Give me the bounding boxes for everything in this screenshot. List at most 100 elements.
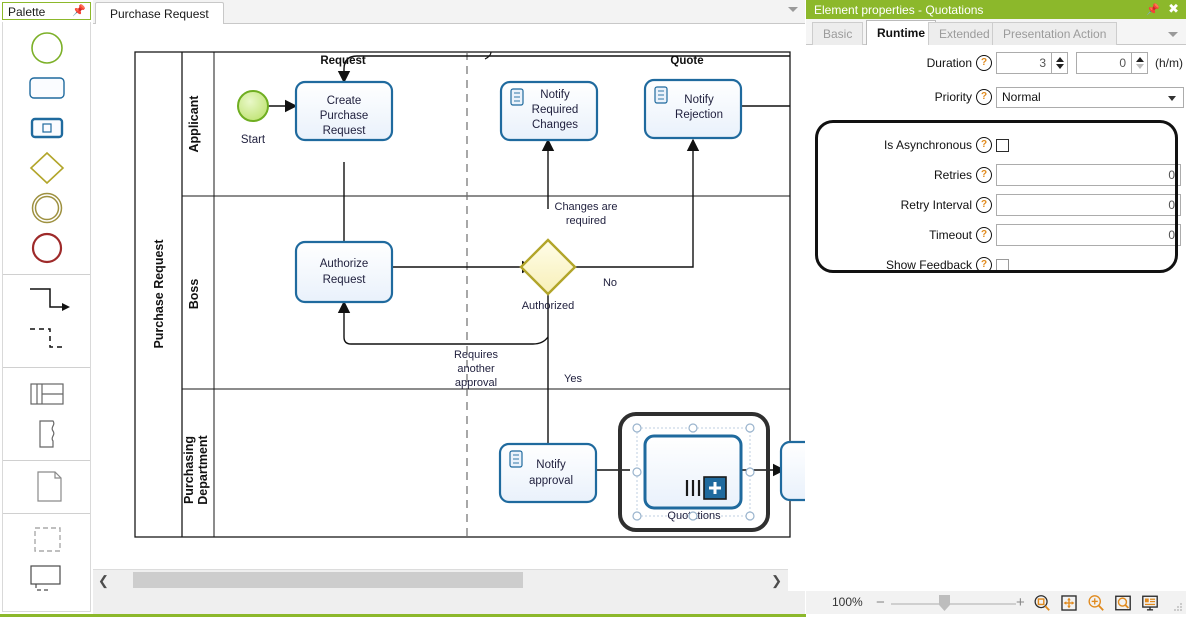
palette-item-intermediate-event[interactable] (3, 188, 90, 228)
tab-extended[interactable]: Extended (928, 22, 1001, 45)
question-mark-icon[interactable]: ? (976, 55, 992, 71)
svg-text:Rejection: Rejection (675, 109, 723, 121)
palette-item-message-flow[interactable] (3, 321, 90, 361)
plus-icon[interactable]: + (1016, 594, 1025, 611)
retry-interval-label: Retry Interval (900, 198, 972, 212)
zoom-to-selection-icon[interactable] (1033, 594, 1051, 612)
tab-runtime-label: Runtime (877, 26, 925, 40)
application-window: Palette 📌 Purchase Request Purchase Requ… (0, 0, 1186, 617)
question-mark-icon[interactable]: ? (976, 89, 992, 105)
node-start-event[interactable] (237, 90, 269, 122)
flow-label-changes-1: Changes are (555, 201, 618, 213)
palette-item-pool[interactable] (3, 374, 90, 414)
field-priority: Priority ? Normal (806, 82, 1186, 112)
zoom-slider-thumb[interactable] (939, 595, 950, 611)
chevron-down-icon[interactable] (788, 7, 798, 12)
duration-hours-input[interactable]: 3 (996, 52, 1052, 74)
duration-minutes-stepper[interactable] (1132, 52, 1148, 74)
runtime-properties-form: Duration ? 3 0 (h/m) Priority ? Normal I… (806, 48, 1186, 280)
chevron-left-icon[interactable]: ❮ (98, 573, 109, 589)
palette-item-annotation[interactable] (3, 560, 90, 600)
palette-group-connectors (3, 275, 90, 368)
zoom-slider-track[interactable] (891, 603, 1016, 605)
is-asynchronous-checkbox[interactable] (996, 138, 1009, 152)
palette-item-gateway[interactable] (3, 148, 90, 188)
zoom-in-icon[interactable] (1087, 594, 1105, 612)
palette-item-end-event[interactable] (3, 228, 90, 268)
diagram-canvas[interactable]: Purchase Request Applicant Boss Purchasi… (93, 24, 805, 569)
canvas-bottom-filler (93, 591, 805, 615)
chevron-down-icon[interactable] (1168, 32, 1178, 37)
palette-title: Palette (8, 5, 46, 19)
palette-group-document (3, 461, 90, 514)
flow-label-no: No (603, 277, 617, 289)
pin-icon[interactable]: 📌 (72, 4, 86, 17)
zoom-statusbar: 100% − + (806, 591, 1186, 614)
canvas-horizontal-scrollbar[interactable]: ❮ ❯ (93, 569, 788, 591)
retries-input[interactable]: 0 (996, 164, 1181, 186)
circle-green-icon (30, 32, 63, 64)
question-mark-icon[interactable]: ? (976, 257, 992, 273)
palette-item-task[interactable] (3, 68, 90, 108)
palette-item-start-event[interactable] (3, 28, 90, 68)
priority-select[interactable]: Normal (996, 86, 1184, 108)
question-mark-icon[interactable]: ? (976, 167, 992, 183)
palette-item-subprocess[interactable] (3, 108, 90, 148)
element-properties-panel: Element properties - Quotations 📌 ✖ Basi… (806, 0, 1186, 617)
tab-purchase-request[interactable]: Purchase Request (95, 2, 224, 25)
duration-hours-stepper[interactable] (1052, 52, 1068, 74)
stepper-up-icon[interactable] (1136, 57, 1144, 62)
palette-item-data-object[interactable] (3, 414, 90, 454)
palette-item-sequence-flow[interactable] (3, 281, 90, 321)
svg-text:Purchase: Purchase (320, 110, 369, 122)
lane-label-applicant: Applicant (187, 95, 201, 153)
resize-grip-icon[interactable] (1173, 602, 1183, 612)
gateway-label: Authorized (522, 300, 575, 312)
zoom-area-icon[interactable] (1114, 594, 1132, 612)
chevron-right-icon[interactable]: ❯ (771, 573, 782, 589)
send-task-icon (510, 88, 524, 106)
duration-minutes-input[interactable]: 0 (1076, 52, 1132, 74)
tab-runtime[interactable]: Runtime (866, 20, 936, 45)
question-mark-icon[interactable]: ? (976, 137, 992, 153)
stepper-up-icon[interactable] (1056, 57, 1064, 62)
rounded-rect-bold-blue-icon (30, 117, 63, 139)
palette-group-artifacts (3, 368, 90, 461)
stepper-down-icon[interactable] (1056, 64, 1064, 69)
svg-text:Request: Request (323, 125, 367, 137)
solid-arrow-connector-icon (29, 288, 70, 311)
palette-item-document[interactable] (3, 467, 90, 507)
timeout-input[interactable]: 0 (996, 224, 1181, 246)
horizontal-scroll-thumb[interactable] (133, 572, 523, 588)
close-icon[interactable]: ✖ (1168, 2, 1179, 15)
pin-icon[interactable]: 📌 (1146, 3, 1160, 16)
field-retries: Retries ? 0 (806, 160, 1186, 190)
node-authorize-request[interactable] (294, 240, 394, 304)
palette-header: Palette 📌 (2, 2, 91, 20)
fit-to-page-icon[interactable] (1060, 594, 1078, 612)
flow-label-request: Request (320, 55, 366, 67)
tab-presentation-action[interactable]: Presentation Action (992, 22, 1118, 45)
show-feedback-checkbox[interactable] (996, 258, 1009, 272)
flow-label-requires-3: approval (455, 377, 497, 389)
question-mark-icon[interactable]: ? (976, 227, 992, 243)
presentation-mode-icon[interactable] (1141, 594, 1159, 612)
question-mark-icon[interactable]: ? (976, 197, 992, 213)
chevron-down-icon[interactable] (1168, 95, 1176, 101)
send-task-icon (509, 450, 523, 468)
svg-text:Request: Request (323, 274, 367, 286)
field-timeout: Timeout ? 0 (806, 220, 1186, 250)
sub-process-marker-icon (685, 476, 727, 500)
svg-text:Authorize: Authorize (320, 258, 369, 270)
is-asynchronous-label: Is Asynchronous (883, 138, 972, 152)
palette-item-group[interactable] (3, 520, 90, 560)
minus-icon[interactable]: − (876, 594, 885, 611)
node-next-partial[interactable] (779, 440, 805, 502)
tab-basic[interactable]: Basic (812, 22, 864, 45)
retry-interval-input[interactable]: 0 (996, 194, 1181, 216)
tab-extended-label: Extended (939, 27, 990, 41)
svg-text:Required: Required (532, 104, 579, 116)
palette-items-list (2, 22, 91, 612)
properties-titlebar: Element properties - Quotations 📌 ✖ (806, 0, 1186, 19)
stepper-down-icon[interactable] (1136, 64, 1144, 69)
